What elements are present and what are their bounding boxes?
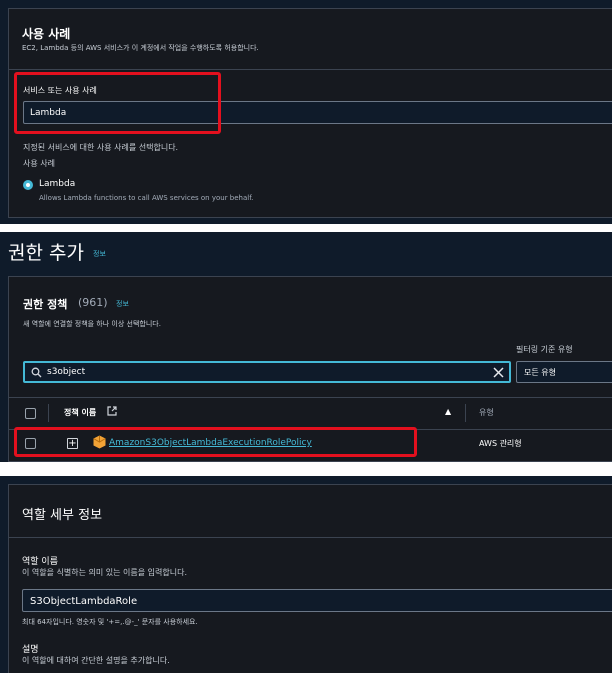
policy-description: 새 역할에 연결할 정책을 하나 이상 선택합니다. xyxy=(23,320,161,328)
clear-icon[interactable] xyxy=(493,367,504,378)
external-link-icon xyxy=(107,406,117,416)
col-policy-name[interactable]: 정책 이름 xyxy=(64,407,96,418)
policy-title: 권한 정책 xyxy=(23,298,68,311)
policy-info-link[interactable]: 정보 xyxy=(116,299,129,309)
column-separator xyxy=(465,404,466,422)
role-name-hint: 이 역할을 식별하는 의미 있는 이름을 입력합니다. xyxy=(22,568,187,577)
role-name-input[interactable]: S3ObjectLambdaRole xyxy=(22,589,612,612)
use-case-panel: 사용 사례 EC2, Lambda 등의 AWS 서비스가 이 계정에서 작업을… xyxy=(0,0,612,224)
divider xyxy=(9,537,612,538)
use-case-label: 사용 사례 xyxy=(23,159,55,168)
col-type: 유형 xyxy=(479,408,494,417)
lambda-option-desc: Allows Lambda functions to call AWS serv… xyxy=(39,194,254,202)
policy-type: AWS 관리형 xyxy=(479,439,522,448)
page-info-link[interactable]: 정보 xyxy=(93,249,106,259)
select-hint: 지정된 서비스에 대한 사용 사례를 선택합니다. xyxy=(23,143,179,152)
divider xyxy=(9,69,612,70)
role-name-constraint: 최대 64자입니다. 영숫자 및 '+=,.@-_' 문자를 사용하세요. xyxy=(22,618,198,626)
role-name-label: 역할 이름 xyxy=(22,557,58,567)
role-details-title: 역할 세부 정보 xyxy=(22,508,103,523)
use-case-title: 사용 사례 xyxy=(22,27,71,41)
use-case-description: EC2, Lambda 등의 AWS 서비스가 이 계정에서 작업을 수행하도록… xyxy=(22,44,259,52)
column-separator xyxy=(48,404,49,422)
highlight-box xyxy=(14,72,221,134)
policy-count: (961) xyxy=(78,296,108,309)
description-hint: 이 역할에 대하여 간단한 설명을 추가합니다. xyxy=(22,656,170,665)
highlight-box xyxy=(14,427,417,457)
search-input[interactable]: s3object xyxy=(23,361,511,383)
select-all-checkbox[interactable] xyxy=(25,408,36,419)
role-details-panel: 역할 세부 정보 역할 이름 이 역할을 식별하는 의미 있는 이름을 입력합니… xyxy=(0,476,612,673)
table-divider xyxy=(9,397,612,398)
lambda-option-label[interactable]: Lambda xyxy=(39,179,75,189)
filter-select[interactable]: 모든 유형 xyxy=(516,361,612,383)
search-input-value: s3object xyxy=(47,367,86,377)
filter-select-value: 모든 유형 xyxy=(524,368,556,377)
role-name-value: S3ObjectLambdaRole xyxy=(30,596,138,607)
filter-label: 필터링 기준 유형 xyxy=(516,345,573,354)
search-icon xyxy=(31,367,42,378)
description-label: 설명 xyxy=(22,645,39,655)
sort-asc-icon[interactable]: ▲ xyxy=(445,407,451,416)
role-details-card: 역할 세부 정보 역할 이름 이 역할을 식별하는 의미 있는 이름을 입력합니… xyxy=(8,484,612,673)
lambda-radio[interactable] xyxy=(23,180,33,190)
add-permissions-panel: 권한 추가 정보 권한 정책 (961) 정보 새 역할에 연결할 정책을 하나… xyxy=(0,232,612,462)
page-title: 권한 추가 xyxy=(8,242,84,264)
